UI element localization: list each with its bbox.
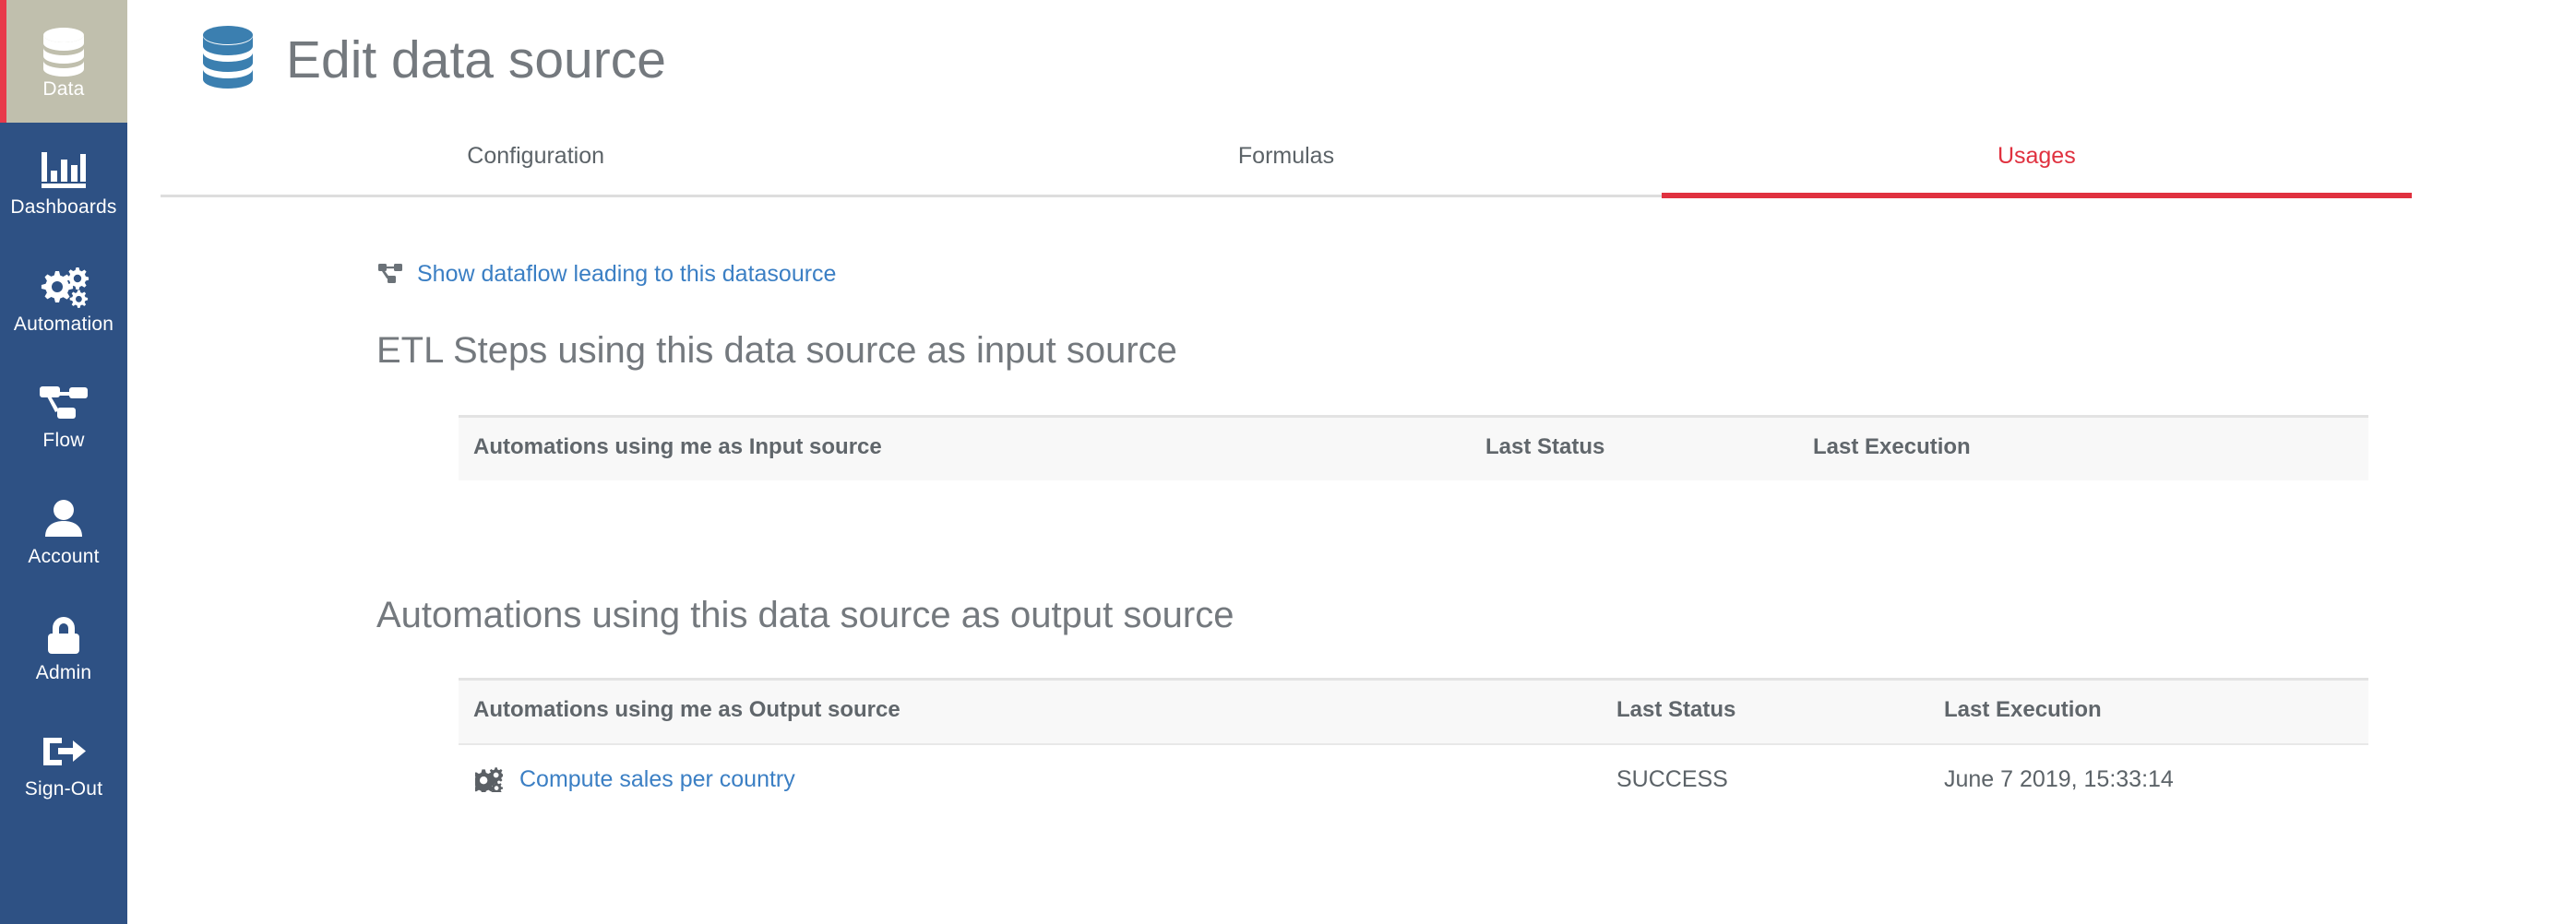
column-header-automations: Automations using me as Input source xyxy=(459,416,1485,480)
cell-last-execution: June 7 2019, 15:33:14 xyxy=(1944,744,2368,815)
sidebar: Data Dashboards Automation Flow Account … xyxy=(0,0,127,924)
cell-automation-name: Compute sales per country xyxy=(459,744,1616,815)
sidebar-item-label: Dashboards xyxy=(10,196,117,218)
tab-formulas[interactable]: Formulas xyxy=(911,129,1661,195)
column-header-automations: Automations using me as Output source xyxy=(459,679,1616,744)
bar-chart-icon xyxy=(38,148,89,191)
output-section-heading: Automations using this data source as ou… xyxy=(376,595,1234,635)
sign-out-icon xyxy=(38,730,89,773)
column-header-last-status: Last Status xyxy=(1485,416,1813,480)
table-header-row: Automations using me as Output source La… xyxy=(459,679,2368,744)
main-content: Edit data source Configuration Formulas … xyxy=(127,0,2576,924)
output-usages-table-body: Compute sales per country SUCCESS June 7 2… xyxy=(459,744,2368,815)
column-header-last-status: Last Status xyxy=(1616,679,1944,744)
sidebar-item-account[interactable]: Account xyxy=(0,473,127,589)
tab-usages[interactable]: Usages xyxy=(1662,129,2412,195)
tab-configuration[interactable]: Configuration xyxy=(161,129,911,195)
gears-icon xyxy=(473,765,505,793)
output-usages-table: Automations using me as Output source La… xyxy=(459,678,2368,815)
database-icon xyxy=(199,24,268,96)
sidebar-item-label: Data xyxy=(42,77,85,100)
lock-icon xyxy=(38,614,89,657)
sidebar-item-signout[interactable]: Sign-Out xyxy=(0,705,127,822)
show-dataflow-label: Show dataflow leading to this datasource xyxy=(417,261,837,287)
sidebar-item-label: Account xyxy=(28,546,100,567)
sitemap-icon xyxy=(376,262,404,286)
page-header: Edit data source xyxy=(199,18,666,101)
cell-last-status: SUCCESS xyxy=(1616,744,1944,815)
page-title: Edit data source xyxy=(286,30,666,89)
tab-bar: Configuration Formulas Usages xyxy=(161,129,2412,198)
sidebar-item-label: Flow xyxy=(42,430,85,451)
sidebar-item-dashboards[interactable]: Dashboards xyxy=(0,123,127,241)
input-section-heading: ETL Steps using this data source as inpu… xyxy=(376,330,1177,371)
sidebar-item-label: Admin xyxy=(35,662,92,683)
tab-active-indicator xyxy=(1662,193,2412,198)
show-dataflow-link[interactable]: Show dataflow leading to this datasource xyxy=(376,260,836,288)
column-header-last-execution: Last Execution xyxy=(1813,416,2368,480)
input-usages-table: Automations using me as Input source Las… xyxy=(459,415,2368,480)
table-header-row: Automations using me as Input source Las… xyxy=(459,416,2368,480)
sidebar-item-label: Automation xyxy=(13,314,114,335)
table-row: Compute sales per country SUCCESS June 7 2… xyxy=(459,744,2368,815)
flow-icon xyxy=(38,382,89,424)
database-icon xyxy=(38,27,89,77)
sidebar-item-flow[interactable]: Flow xyxy=(0,357,127,473)
user-icon xyxy=(38,498,89,540)
gears-icon xyxy=(38,266,89,308)
sidebar-item-label: Sign-Out xyxy=(24,778,103,800)
sidebar-item-data[interactable]: Data xyxy=(0,0,127,123)
app-root: Data Dashboards Automation Flow Account … xyxy=(0,0,2576,924)
column-header-last-execution: Last Execution xyxy=(1944,679,2368,744)
automation-link[interactable]: Compute sales per country xyxy=(519,765,795,793)
sidebar-item-admin[interactable]: Admin xyxy=(0,589,127,705)
sidebar-item-automation[interactable]: Automation xyxy=(0,241,127,357)
